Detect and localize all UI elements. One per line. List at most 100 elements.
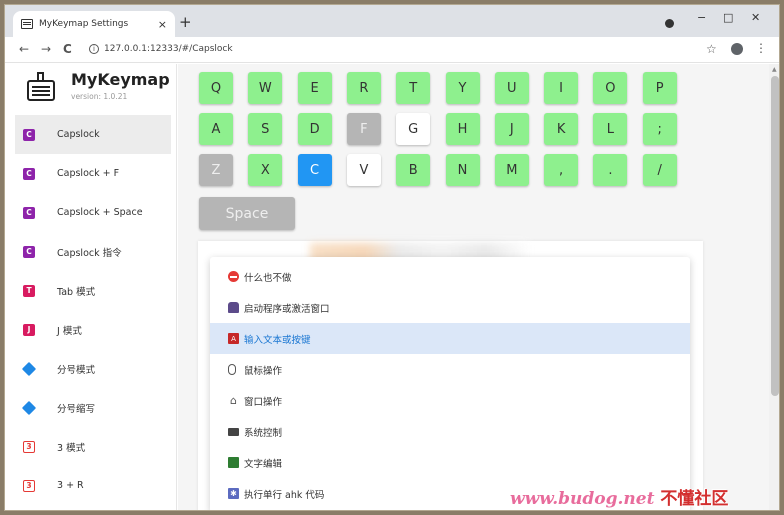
sidebar-item-label: Capslock 指令 — [57, 247, 122, 259]
new-tab-button[interactable]: + — [179, 13, 192, 31]
menu-item-label: 输入文本或按键 — [244, 334, 311, 346]
bookmark-star-icon[interactable]: ☆ — [706, 42, 717, 56]
minimize-button[interactable]: − — [697, 11, 706, 24]
menu-item[interactable]: 什么也不做 — [210, 261, 690, 292]
key[interactable]: X — [248, 154, 283, 186]
key[interactable]: C — [297, 154, 332, 186]
browser-tab[interactable]: MyKeymap Settings × — [13, 11, 175, 37]
key[interactable]: G — [396, 113, 431, 145]
key[interactable]: Y — [445, 72, 480, 104]
space-key[interactable]: Space — [199, 197, 295, 230]
sidebar-item-label: 3 模式 — [57, 442, 86, 454]
forward-button[interactable]: → — [41, 42, 51, 56]
watermark-site: www.budog.net — [510, 489, 655, 509]
account-icon[interactable] — [731, 43, 743, 55]
menu-item[interactable]: 鼠标操作 — [210, 354, 690, 385]
sidebar-item[interactable]: 分号缩写 — [15, 388, 171, 427]
sidebar-item-label: Tab 模式 — [57, 286, 96, 298]
key[interactable]: P — [642, 72, 677, 104]
mode-badge-icon: C — [23, 206, 35, 219]
key[interactable]: K — [544, 113, 579, 145]
scroll-thumb[interactable] — [771, 76, 779, 396]
key[interactable]: E — [297, 72, 332, 104]
key[interactable]: B — [396, 154, 431, 186]
sidebar-item[interactable]: J J 模式 — [15, 310, 171, 349]
menu-item-label: 鼠标操作 — [244, 365, 283, 377]
key[interactable]: H — [445, 113, 480, 145]
sidebar-item-label: Capslock — [57, 129, 100, 140]
key[interactable]: S — [248, 113, 283, 145]
menu-item-label: 什么也不做 — [244, 272, 292, 284]
mode-badge-icon: C — [23, 245, 35, 258]
key[interactable]: W — [248, 72, 283, 104]
sidebar-item-label: 分号缩写 — [57, 403, 96, 415]
key[interactable]: T — [396, 72, 431, 104]
menu-item[interactable]: 文字编辑 — [210, 447, 690, 478]
key[interactable]: J — [494, 113, 529, 145]
info-icon[interactable]: i — [89, 44, 99, 54]
key[interactable]: , — [544, 154, 579, 186]
sidebar-item-label: Capslock + Space — [57, 207, 143, 218]
keyboard-logo-icon — [27, 72, 55, 101]
close-window-button[interactable]: ✕ — [751, 11, 760, 24]
back-button[interactable]: ← — [19, 42, 29, 56]
scroll-up-icon[interactable]: ▲ — [772, 66, 777, 73]
reload-button[interactable]: C — [63, 42, 72, 56]
key[interactable]: Z — [199, 154, 233, 186]
key[interactable]: M — [494, 154, 529, 186]
book-icon — [228, 457, 239, 468]
menu-item[interactable]: 启动程序或激活窗口 — [210, 292, 690, 323]
key[interactable]: D — [297, 113, 332, 145]
close-tab-icon[interactable]: × — [158, 18, 167, 31]
sidebar-item[interactable]: C Capslock 指令 — [15, 232, 171, 271]
key[interactable]: A — [199, 113, 233, 145]
key[interactable]: / — [642, 154, 677, 186]
key[interactable]: ; — [642, 113, 677, 145]
key[interactable]: R — [346, 72, 381, 104]
diamond-icon — [21, 361, 37, 376]
sidebar-item-label: 3 + R — [57, 480, 84, 491]
diamond-icon — [21, 400, 37, 415]
menu-item[interactable]: A 输入文本或按键 — [210, 323, 690, 354]
url-field[interactable]: 127.0.0.1:12333/#/Capslock — [104, 44, 233, 54]
key[interactable]: . — [593, 154, 628, 186]
stop-icon — [228, 271, 239, 282]
key[interactable]: F — [346, 113, 381, 145]
sidebar-item[interactable]: 3 3 + R — [15, 466, 171, 505]
sidebar-item[interactable]: C Capslock + F — [15, 154, 171, 193]
key[interactable]: O — [593, 72, 628, 104]
app-name: MyKeymap — [71, 70, 170, 89]
keyboard-icon — [21, 19, 33, 29]
key[interactable]: Q — [199, 72, 233, 104]
maximize-button[interactable]: □ — [723, 11, 733, 24]
menu-item-label: 文字编辑 — [244, 458, 283, 470]
mode-badge-icon: C — [23, 167, 35, 180]
address-bar: ← → C i 127.0.0.1:12333/#/Capslock ☆ ⋮ — [5, 37, 779, 63]
key[interactable]: N — [445, 154, 480, 186]
sidebar-item[interactable]: C Capslock + Space — [15, 193, 171, 232]
key[interactable]: V — [346, 154, 381, 186]
key[interactable]: U — [494, 72, 529, 104]
key[interactable]: L — [593, 113, 628, 145]
txt-icon: A — [228, 333, 239, 344]
scrollbar[interactable]: ▲ — [769, 64, 779, 510]
menu-item-label: 窗口操作 — [244, 396, 283, 408]
sidebar-item[interactable]: 3 3 模式 — [15, 427, 171, 466]
rocket-icon — [228, 302, 239, 313]
sidebar-item[interactable]: T Tab 模式 — [15, 271, 171, 310]
menu-item[interactable]: 系统控制 — [210, 416, 690, 447]
sidebar-item[interactable]: C Capslock — [15, 115, 171, 154]
gear-icon: ✱ — [228, 488, 239, 499]
sidebar-item-label: Capslock + F — [57, 168, 120, 179]
browser-menu-icon[interactable]: ⋮ — [755, 41, 767, 55]
watermark-cn: 不懂社区 — [660, 489, 729, 509]
menu-item-label: 启动程序或激活窗口 — [244, 303, 330, 315]
tab-bar: MyKeymap Settings × + − □ ✕ — [5, 5, 779, 37]
profile-icon[interactable] — [665, 19, 674, 28]
key[interactable]: I — [544, 72, 579, 104]
menu-item-label: 执行单行 ahk 代码 — [244, 489, 325, 501]
mode-badge-icon: 3 — [23, 440, 35, 453]
menu-item-label: 系统控制 — [244, 427, 283, 439]
menu-item[interactable]: ⌂ 窗口操作 — [210, 385, 690, 416]
sidebar-item[interactable]: 分号模式 — [15, 349, 171, 388]
